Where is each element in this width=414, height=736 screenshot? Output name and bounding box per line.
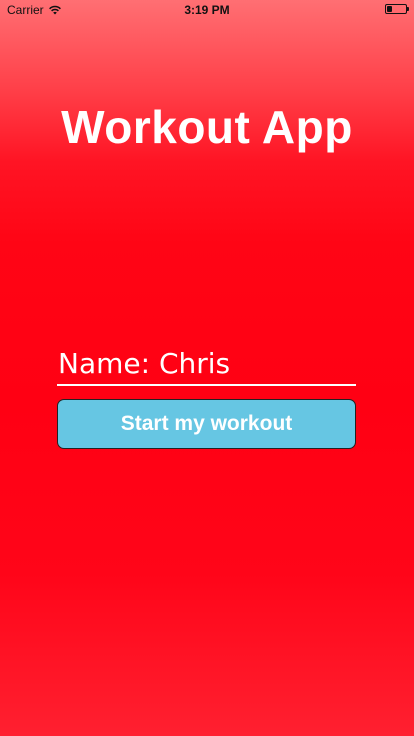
name-input[interactable] <box>57 346 356 380</box>
start-workout-button[interactable]: Start my workout <box>57 399 356 449</box>
battery-icon <box>385 4 409 14</box>
status-time: 3:19 PM <box>184 3 230 17</box>
name-field[interactable] <box>57 342 356 386</box>
status-bar: Carrier 3:19 PM <box>0 0 414 20</box>
app-title: Workout App <box>61 101 353 153</box>
